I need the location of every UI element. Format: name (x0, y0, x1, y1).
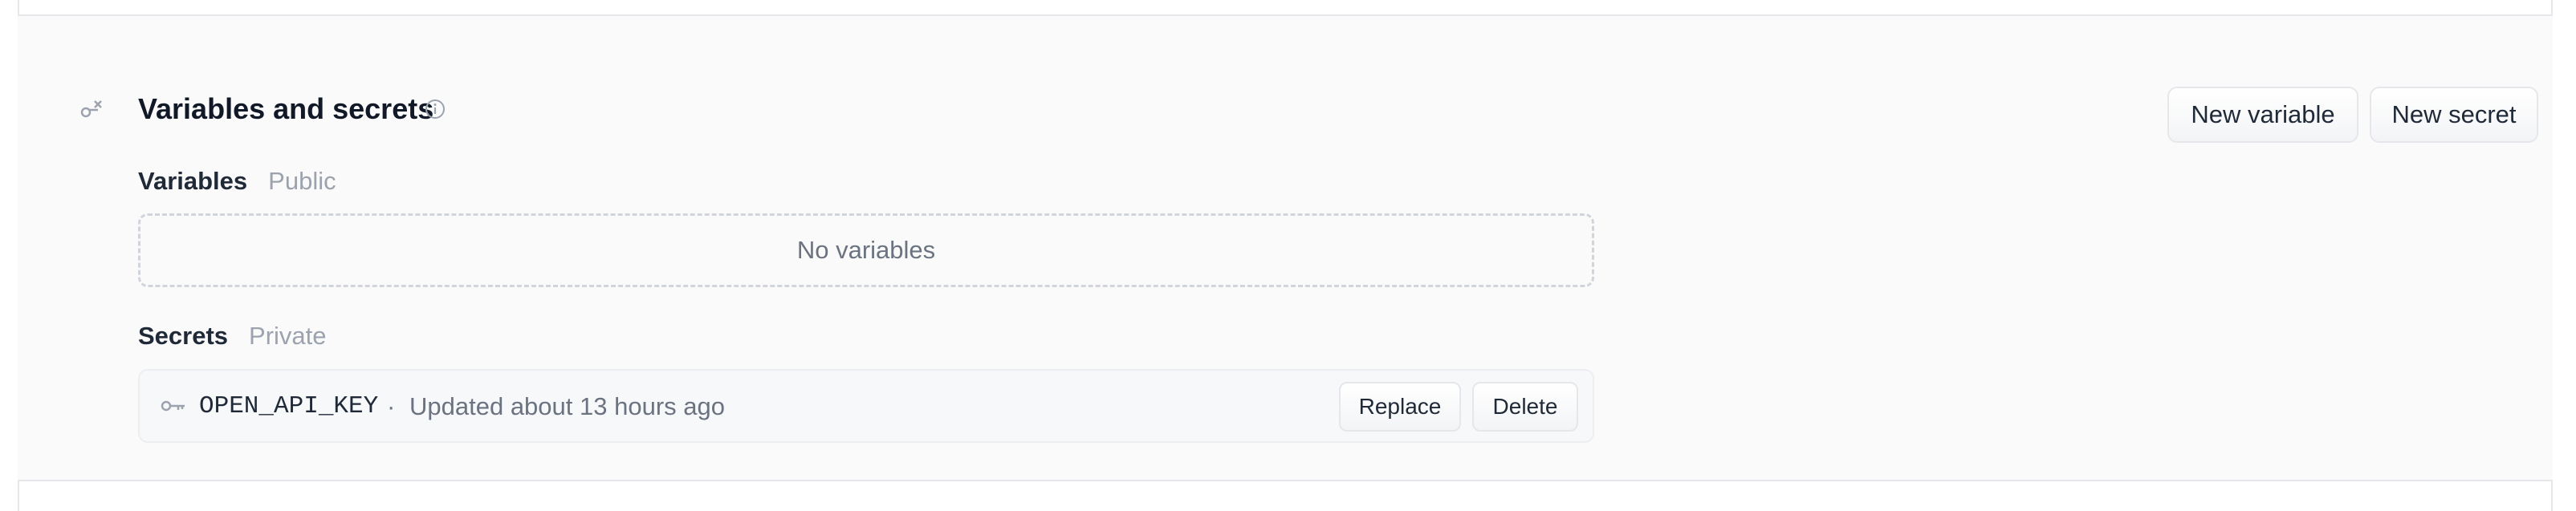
variables-and-secrets-section: Variables and secrets New variable New s… (18, 14, 2553, 481)
secret-separator: · (387, 392, 396, 420)
secrets-visibility-label: Private (249, 322, 327, 350)
secret-name: OPEN_API_KEY (199, 392, 379, 420)
secrets-heading: Secrets Private (138, 319, 327, 353)
secrets-heading-label: Secrets (138, 322, 229, 350)
variables-empty-state: No variables (138, 213, 1594, 287)
variables-visibility-label: Public (268, 167, 336, 195)
replace-secret-button[interactable]: Replace (1339, 382, 1461, 432)
variables-empty-text: No variables (796, 236, 936, 264)
secret-updated-time: Updated about 13 hours ago (409, 392, 725, 420)
variables-heading-label: Variables (138, 167, 248, 195)
delete-secret-button[interactable]: Delete (1472, 382, 1578, 432)
variables-heading: Variables Public (138, 164, 336, 198)
key-icon (80, 100, 102, 118)
new-variable-button[interactable]: New variable (2167, 87, 2358, 143)
new-secret-button[interactable]: New secret (2370, 87, 2538, 143)
info-icon[interactable] (424, 98, 446, 120)
section-title: Variables and secrets (138, 92, 434, 125)
secret-row: OPEN_API_KEY · Updated about 13 hours ag… (138, 369, 1594, 443)
key-icon (161, 400, 185, 412)
